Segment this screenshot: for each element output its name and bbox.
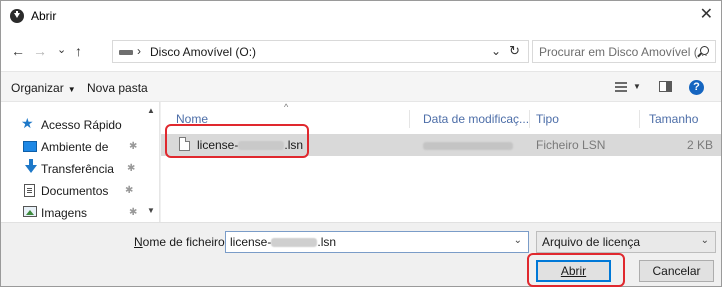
- file-type: Ficheiro LSN: [536, 138, 606, 152]
- new-folder-button[interactable]: Nova pasta: [87, 81, 148, 95]
- download-app-icon: [10, 9, 24, 23]
- search-placeholder: Procurar em Disco Amovível (...: [539, 45, 708, 59]
- title-bar: Abrir ✕: [1, 1, 721, 31]
- view-options-icon[interactable]: [615, 82, 627, 92]
- help-icon[interactable]: ?: [689, 80, 704, 95]
- sidebar-item-downloads[interactable]: Transferência ✱: [1, 158, 146, 180]
- open-button-highlight-annotation: [527, 253, 625, 287]
- sidebar-item-label: Documentos: [41, 184, 109, 198]
- drive-icon: [119, 50, 133, 55]
- breadcrumb-path[interactable]: Disco Amovível (O:): [150, 45, 256, 59]
- scroll-up-icon[interactable]: ▲: [147, 106, 155, 115]
- sidebar-item-desktop[interactable]: Ambiente de ✱: [1, 136, 146, 158]
- file-highlight-annotation: [165, 124, 309, 158]
- pin-icon: ✱: [127, 163, 136, 174]
- desktop-icon: [23, 141, 37, 152]
- file-type-filter[interactable]: Arquivo de licença ⌄: [536, 231, 716, 253]
- cancel-button[interactable]: Cancelar: [639, 260, 714, 282]
- download-icon: [25, 159, 37, 173]
- address-bar[interactable]: › Disco Amovível (O:) ⌄ ↻: [112, 40, 529, 63]
- search-icon[interactable]: [700, 46, 709, 55]
- recent-locations-icon[interactable]: ⌄: [57, 43, 66, 57]
- open-dialog: Abrir ✕ ← → ⌄ ↑ › Disco Amovível (O:) ⌄ …: [0, 0, 722, 287]
- back-arrow-icon[interactable]: ←: [11, 44, 25, 58]
- scroll-down-icon[interactable]: ▼: [147, 206, 155, 215]
- filename-input[interactable]: license- .lsn ⌄: [225, 231, 529, 253]
- chevron-down-icon[interactable]: ⌄: [514, 235, 522, 246]
- column-header-date[interactable]: Data de modificaç...: [423, 112, 529, 126]
- forward-arrow-icon[interactable]: →: [33, 44, 47, 58]
- window-title: Abrir: [31, 9, 57, 23]
- sidebar-item-label: Transferência: [41, 162, 114, 176]
- star-icon: ★: [21, 115, 34, 131]
- caret-down-icon: ▼: [67, 85, 76, 94]
- redacted-text: [271, 238, 318, 247]
- address-row: ← → ⌄ ↑ › Disco Amovível (O:) ⌄ ↻ Procur…: [1, 31, 721, 71]
- search-input[interactable]: Procurar em Disco Amovível (...: [532, 40, 716, 63]
- navigation-pane: ▲ ★ Acesso Rápido Ambiente de ✱ Transfer…: [1, 102, 160, 222]
- breadcrumb-separator: ›: [137, 44, 141, 58]
- filename-label: Nome de ficheiro:: [134, 235, 229, 249]
- file-size: 2 KB: [686, 138, 713, 152]
- sort-ascending-icon: ^: [284, 102, 289, 112]
- command-bar: Organizar ▼ Nova pasta ▼ ?: [1, 71, 721, 102]
- sidebar-item-documents[interactable]: Documentos ✱: [1, 180, 146, 202]
- pin-icon: ✱: [129, 207, 138, 218]
- redacted-date: [423, 142, 513, 150]
- documents-icon: [24, 184, 35, 197]
- column-header-type[interactable]: Tipo: [536, 112, 559, 126]
- pin-icon: ✱: [129, 141, 138, 152]
- sidebar-item-label: Imagens: [41, 206, 88, 220]
- sidebar-item-pictures[interactable]: Imagens ✱: [1, 202, 146, 224]
- preview-pane-icon[interactable]: [659, 81, 672, 92]
- column-divider[interactable]: [639, 110, 640, 128]
- chevron-down-icon[interactable]: ⌄: [491, 44, 501, 58]
- pictures-icon: [23, 206, 37, 217]
- file-list: ^ Nome Data de modificaç... Tipo Tamanho…: [161, 102, 721, 222]
- refresh-icon[interactable]: ↻: [509, 43, 520, 59]
- close-icon[interactable]: ✕: [700, 6, 713, 24]
- organize-button[interactable]: Organizar ▼: [11, 81, 76, 95]
- filter-value: Arquivo de licença: [542, 235, 641, 249]
- up-arrow-icon[interactable]: ↑: [75, 44, 82, 58]
- pin-icon: ✱: [125, 185, 134, 196]
- column-divider[interactable]: [409, 110, 410, 128]
- column-divider[interactable]: [529, 110, 530, 128]
- filename-label-rest: ome de ficheiro:: [142, 235, 229, 249]
- organize-label: Organizar: [11, 81, 64, 95]
- sidebar-item-quick-access[interactable]: ★ Acesso Rápido: [1, 114, 146, 136]
- sidebar-item-label: Acesso Rápido: [41, 118, 122, 132]
- column-header-size[interactable]: Tamanho: [649, 112, 698, 126]
- chevron-down-icon[interactable]: ⌄: [701, 235, 709, 246]
- sidebar-item-label: Ambiente de: [41, 140, 109, 154]
- filename-value: license- .lsn: [230, 235, 337, 249]
- view-caret-icon[interactable]: ▼: [633, 82, 641, 91]
